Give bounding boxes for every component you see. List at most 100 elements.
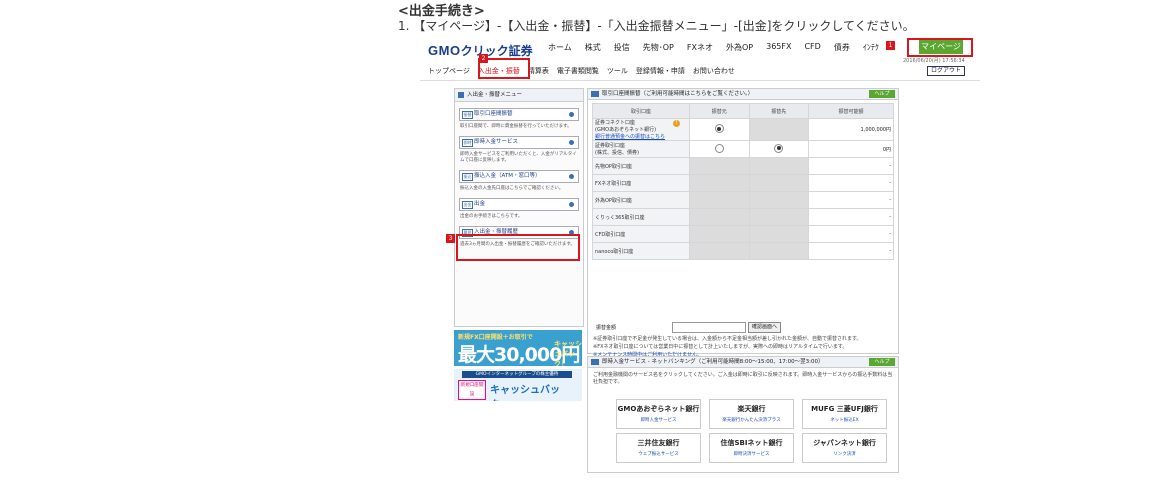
from-cell — [689, 118, 750, 141]
menu-item-icon: 出金 — [462, 201, 473, 209]
menu-item-button[interactable]: 出金 出金 — [459, 198, 579, 211]
available-amount: 0円 — [808, 140, 894, 158]
nav-item-1[interactable]: 株式 — [585, 42, 601, 53]
login-datetime: 2016/06/20(月) 17:56:34 — [903, 58, 965, 64]
menu-item-icon: 即時 — [462, 139, 473, 147]
subnav-item-2[interactable]: 精算表 — [528, 66, 549, 76]
menu-item-button[interactable]: 振替 取引口座間振替 — [459, 108, 579, 121]
transfer-panel: 取引口座間振替（ご利用可能時間はこちらをご覧ください。） ヘルプ 取引口座 振替元… — [587, 88, 899, 354]
to-cell — [748, 191, 809, 209]
bank-button[interactable]: 三井住友銀行 ウェブ振込サービス — [616, 433, 701, 463]
to-cell — [748, 140, 809, 158]
highlight-withdraw — [456, 234, 580, 261]
menu-item-desc: 取引口座間で、即時に資金振替を行っていただけます。 — [460, 124, 572, 129]
badge-step-3: 3 — [446, 234, 455, 243]
account-name: くりっく365取引口座 — [592, 208, 690, 226]
menu-item-label: 取引口座間振替 — [474, 111, 513, 117]
to-cell — [748, 157, 809, 175]
warning-icon: ! — [673, 120, 680, 127]
transfer-amount-input[interactable] — [672, 322, 746, 333]
table-header: 振替先 — [748, 103, 809, 119]
fx-cashback-banner[interactable]: 新規FX口座開設＋お取引で 最大30,000円 キャッシュバック！ — [454, 330, 582, 366]
bank-service: 楽天銀行かんたん決済プラス — [722, 418, 781, 423]
account-table: 取引口座 振替元 振替先 振替可能額 証券コネクト口座 (GMOあおぞらネット銀行) 銀… — [592, 103, 894, 260]
table-header: 取引口座 — [592, 103, 690, 119]
table-row: nanoco取引口座 - — [592, 242, 894, 260]
available-amount: - — [808, 157, 894, 175]
banner-fx-tail: キャッシュバック！ — [554, 340, 582, 366]
subnav-item-0[interactable]: トップページ — [428, 66, 470, 76]
account-name-text: CFD取引口座 — [595, 231, 626, 238]
nav-item-8[interactable]: 債券 — [834, 42, 850, 53]
banner-gmo-badge: 新規口座開設 — [458, 380, 486, 400]
menu-item-icon: 振替 — [462, 111, 473, 119]
menu-item-button[interactable]: 即時 即時入金サービス — [459, 136, 579, 149]
transfer-help-button[interactable]: ヘルプ — [869, 90, 895, 98]
nav-divider — [420, 80, 980, 81]
procedure-step: 1. 【マイページ】-【入出金・振替】-「入出金振替メニュー」-[出金]をクリッ… — [398, 19, 915, 33]
table-row: FXネオ取引口座 - — [592, 174, 894, 192]
banner-gmo-main: キャッシュバック!!! — [490, 385, 560, 401]
from-cell — [689, 174, 750, 192]
table-header: 振替可能額 — [808, 103, 894, 119]
logout-button[interactable]: ログアウト — [927, 66, 966, 76]
bank-service: リンク決済 — [833, 452, 856, 457]
bank-name: 楽天銀行 — [737, 405, 766, 413]
note-line: ※証券取引口座で不足金が発生している場合は、入金額から不足金相当額が差し引かれた… — [593, 336, 862, 342]
subnav-item-3[interactable]: 電子書類閲覧 — [557, 66, 599, 76]
shareholder-cashback-banner[interactable]: GMOインターネットグループの株主優待 新規口座開設 キャッシュバック!!! — [454, 369, 582, 401]
transfer-amount-label: 振替金額 — [596, 325, 617, 331]
bank-name: ジャパンネット銀行 — [813, 439, 876, 447]
menu-item-button[interactable]: 振込 振込入金（ATM・窓口等） — [459, 170, 579, 183]
banner-gmo-line1: GMOインターネットグループの株主優待 — [462, 371, 572, 378]
table-row: くりっく365取引口座 - — [592, 208, 894, 226]
bank-button[interactable]: ジャパンネット銀行 リンク決済 — [802, 433, 887, 463]
highlight-mypage — [907, 38, 973, 57]
table-row: CFD取引口座 - — [592, 225, 894, 243]
menu-item-label: 振込入金（ATM・窓口等） — [474, 173, 541, 179]
to-cell — [748, 208, 809, 226]
table-row: 外為OP取引口座 - — [592, 191, 894, 209]
arrow-icon — [569, 202, 574, 207]
nav-item-9[interactable]: ｲﾝﾃｸ — [863, 42, 879, 53]
from-cell — [689, 225, 750, 243]
nav-item-2[interactable]: 投信 — [614, 42, 630, 53]
subnav-item-4[interactable]: ツール — [607, 66, 628, 76]
table-row: 証券取引口座 (株式、投信、債券) 0円 — [592, 140, 894, 158]
bank-name: 住信SBIネット銀行 — [720, 439, 783, 447]
from-radio[interactable] — [714, 143, 724, 153]
site-screenshot: GMOクリック証券 ホーム 株式 投信 先物･OP FXネオ 外為OP 365FX CFD 債券… — [420, 38, 980, 473]
to-cell — [748, 225, 809, 243]
account-name: 外為OP取引口座 — [592, 191, 690, 209]
nav-item-4[interactable]: FXネオ — [687, 42, 713, 53]
instant-help-button[interactable]: ヘルプ — [869, 358, 895, 366]
nav-item-6[interactable]: 365FX — [766, 42, 791, 53]
from-cell — [689, 157, 750, 175]
menu-item-desc: 振込入金の入金先口座はこちらでご確認ください。 — [460, 186, 564, 191]
arrow-icon — [569, 174, 574, 179]
from-radio[interactable] — [714, 124, 724, 133]
menu-item-icon: 振込 — [462, 173, 473, 181]
bank-button[interactable]: GMOあおぞらネット銀行 即時入金サービス — [616, 399, 701, 429]
nav-item-0[interactable]: ホーム — [548, 42, 572, 53]
to-radio[interactable] — [774, 143, 784, 153]
subnav-item-6[interactable]: お問い合わせ — [693, 66, 735, 76]
nav-item-3[interactable]: 先物･OP — [643, 42, 674, 53]
bank-button[interactable]: MUFG 三菱UFJ銀行 ネット振込EX — [802, 399, 887, 429]
nav-item-5[interactable]: 外為OP — [726, 42, 753, 53]
to-cell — [748, 174, 809, 192]
available-amount: - — [808, 242, 894, 260]
badge-step-2: 2 — [479, 54, 488, 63]
available-amount: - — [808, 208, 894, 226]
table-header: 振替元 — [689, 103, 750, 119]
subnav-item-5[interactable]: 登録情報・申請 — [636, 66, 685, 76]
table-row: 証券コネクト口座 (GMOあおぞらネット銀行) 銀行普通預金への振替はこちら! 1,… — [592, 118, 894, 141]
nav-item-7[interactable]: CFD — [804, 42, 820, 53]
confirm-button[interactable]: 確認画面へ — [748, 322, 782, 333]
bank-transfer-link[interactable]: 銀行普通預金への振替はこちら — [595, 133, 687, 140]
bank-button[interactable]: 楽天銀行楽天銀行かんたん決済プラス — [709, 399, 794, 429]
to-cell — [748, 242, 809, 260]
bank-button[interactable]: 住信SBIネット銀行 即時決済サービス — [709, 433, 794, 463]
deposit-menu-title: 入出金・振替メニュー — [455, 89, 583, 102]
available-amount: - — [808, 191, 894, 209]
